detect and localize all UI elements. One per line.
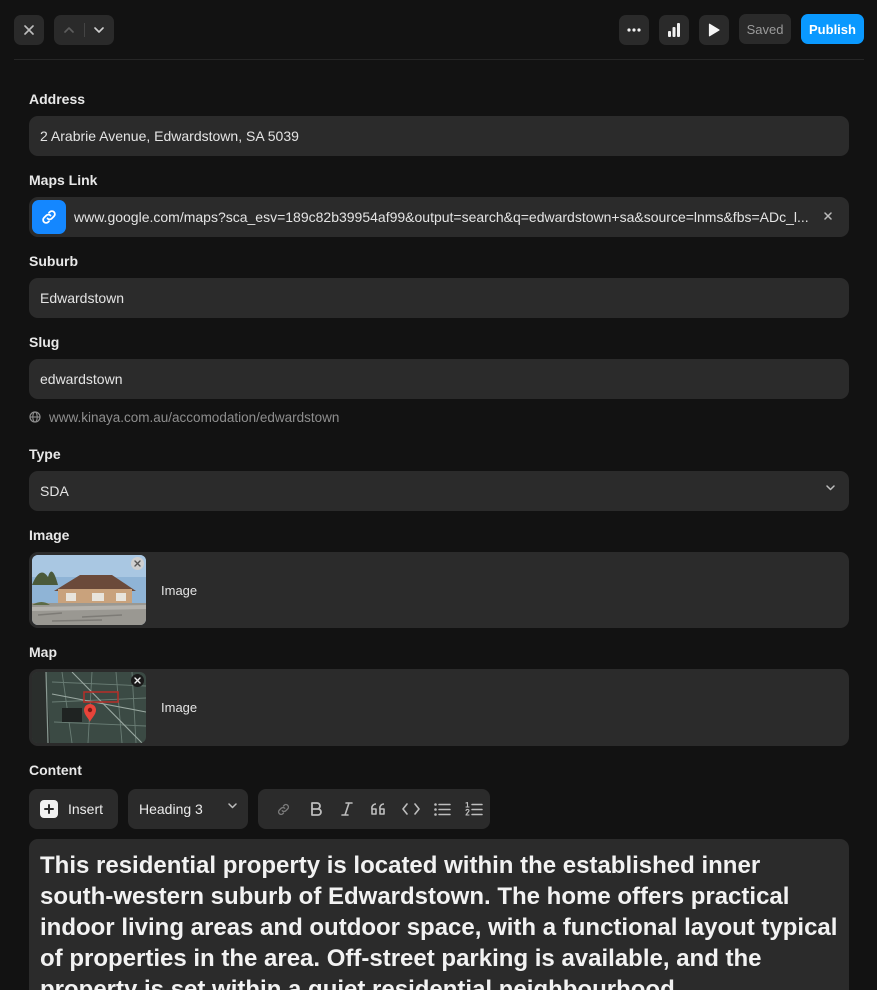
chevron-down-icon — [94, 27, 105, 33]
image-thumbnail[interactable] — [32, 555, 146, 625]
slug-url-text: www.kinaya.com.au/accomodation/edwardsto… — [49, 409, 340, 425]
remove-map-button[interactable] — [131, 674, 144, 687]
chevron-up-icon — [63, 27, 74, 33]
bold-icon — [310, 802, 322, 816]
record-navigation — [54, 15, 114, 45]
suburb-value: Edwardstown — [40, 290, 125, 306]
bold-button[interactable] — [300, 789, 332, 829]
suburb-field[interactable]: Edwardstown — [29, 278, 849, 318]
insert-button[interactable]: Insert — [29, 789, 118, 829]
address-label: Address — [29, 91, 86, 107]
map-thumbnail[interactable] — [32, 672, 146, 743]
map-caption: Image — [161, 700, 198, 715]
clear-link-button[interactable] — [821, 209, 835, 223]
address-value: 2 Arabrie Avenue, Edwardstown, SA 5039 — [40, 128, 299, 144]
previous-record-button[interactable] — [54, 15, 84, 45]
house-photo — [32, 555, 146, 625]
map-preview — [32, 672, 146, 743]
format-toolbar — [258, 789, 490, 829]
preview-button[interactable] — [699, 15, 729, 45]
type-value: SDA — [40, 483, 69, 499]
link-icon — [278, 803, 290, 815]
bullet-list-button[interactable] — [427, 789, 459, 829]
remove-image-button[interactable] — [131, 557, 144, 570]
quote-icon — [371, 803, 385, 815]
close-icon — [824, 212, 832, 220]
type-label: Type — [29, 446, 61, 462]
maps-link-field[interactable]: www.google.com/maps?sca_esv=189c82b39954… — [29, 197, 849, 237]
maps-link-value: www.google.com/maps?sca_esv=189c82b39954… — [74, 209, 809, 225]
block-style-select[interactable]: Heading 3 — [128, 789, 248, 829]
saved-status-button[interactable]: Saved — [739, 14, 791, 44]
italic-icon — [341, 802, 354, 816]
suburb-label: Suburb — [29, 253, 78, 269]
insert-label: Insert — [68, 801, 104, 817]
analytics-button[interactable] — [659, 15, 689, 45]
close-icon — [134, 560, 141, 567]
content-heading-text[interactable]: This residential property is located wit… — [40, 850, 838, 990]
address-field[interactable]: 2 Arabrie Avenue, Edwardstown, SA 5039 — [29, 116, 849, 156]
next-record-button[interactable] — [85, 15, 115, 45]
slug-value: edwardstown — [40, 371, 123, 387]
close-icon — [24, 25, 34, 35]
slug-label: Slug — [29, 334, 60, 350]
toolbar-divider — [14, 59, 864, 60]
content-label: Content — [29, 762, 82, 778]
plus-icon — [40, 800, 58, 818]
map-field[interactable]: Image — [29, 669, 849, 746]
map-label: Map — [29, 644, 57, 660]
chevron-down-icon — [228, 803, 237, 809]
slug-field[interactable]: edwardstown — [29, 359, 849, 399]
bar-chart-icon — [668, 23, 680, 37]
numbered-list-icon — [465, 801, 483, 816]
code-button[interactable] — [395, 789, 427, 829]
italic-button[interactable] — [331, 789, 363, 829]
block-style-value: Heading 3 — [139, 801, 203, 817]
more-horizontal-icon — [627, 28, 641, 32]
type-select[interactable]: SDA — [29, 471, 849, 511]
close-button[interactable] — [14, 15, 44, 45]
image-caption: Image — [161, 583, 198, 598]
play-icon — [708, 23, 720, 37]
publish-button[interactable]: Publish — [801, 14, 864, 44]
maps-link-label: Maps Link — [29, 172, 98, 188]
more-options-button[interactable] — [619, 15, 649, 45]
close-icon — [134, 677, 141, 684]
globe-icon — [29, 411, 41, 423]
top-toolbar: Saved Publish — [0, 0, 877, 60]
chevron-down-icon — [826, 485, 835, 491]
image-label: Image — [29, 527, 70, 543]
bullet-list-icon — [434, 802, 451, 816]
numbered-list-button[interactable] — [458, 789, 490, 829]
link-format-button[interactable] — [268, 789, 300, 829]
quote-button[interactable] — [363, 789, 395, 829]
slug-url-preview: www.kinaya.com.au/accomodation/edwardsto… — [29, 408, 339, 426]
link-icon — [42, 210, 56, 224]
image-field[interactable]: Image — [29, 552, 849, 628]
link-badge — [32, 200, 66, 234]
content-editor[interactable]: This residential property is located wit… — [29, 839, 849, 990]
code-icon — [401, 803, 420, 815]
